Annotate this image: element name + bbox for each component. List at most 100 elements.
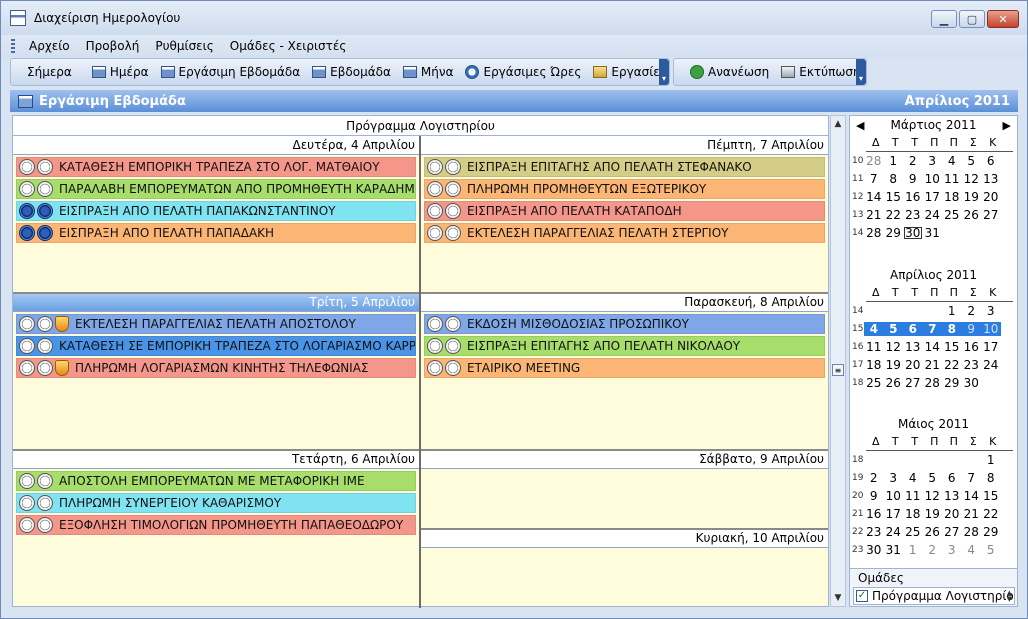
calendar-day[interactable]: 26	[884, 376, 904, 390]
calendar-day[interactable]: 25	[903, 525, 923, 539]
calendar-day[interactable]: 21	[962, 507, 982, 521]
calendar-day[interactable]: 24	[923, 208, 943, 222]
calendar-day[interactable]: 5	[923, 471, 943, 485]
scroll-thumb[interactable]: ≡	[832, 364, 844, 376]
calendar-day[interactable]: 22	[884, 208, 904, 222]
calendar-day[interactable]: 8	[942, 322, 962, 336]
calendar-day[interactable]: 10	[884, 489, 904, 503]
minimize-button[interactable]: ▁	[931, 10, 957, 28]
calendar-day[interactable]: 22	[942, 358, 962, 372]
calendar-day[interactable]: 14	[962, 489, 982, 503]
today-button[interactable]: Σήμερα	[21, 60, 78, 84]
calendar-day[interactable]: 9	[864, 489, 884, 503]
calendar-day[interactable]: 21	[864, 208, 884, 222]
calendar-day[interactable]: 23	[962, 358, 982, 372]
calendar-day[interactable]: 2	[923, 543, 943, 557]
calendar-day[interactable]: 18	[903, 507, 923, 521]
appointment[interactable]: ΕΚΤΕΛΕΣΗ ΠΑΡΑΓΓΕΛΙΑΣ ΠΕΛΑΤΗ ΑΠΟΣΤΟΛΟΥ	[16, 314, 416, 334]
calendar-day[interactable]: 1	[981, 453, 1001, 467]
calendar-day[interactable]: 17	[923, 190, 943, 204]
calendar-day[interactable]: 14	[923, 340, 943, 354]
calendar-day[interactable]: 27	[942, 525, 962, 539]
calendar-day[interactable]: 12	[923, 489, 943, 503]
calendar-day[interactable]: 9	[961, 322, 981, 336]
calendar-day[interactable]: 13	[903, 340, 923, 354]
calendar-day[interactable]: 24	[981, 358, 1001, 372]
calendar-day[interactable]: 1	[884, 154, 904, 168]
calendar-day[interactable]: 4	[942, 154, 962, 168]
scroll-down-arrow-icon[interactable]: ▼	[831, 590, 845, 606]
calendar-day[interactable]: 19	[884, 358, 904, 372]
day-block[interactable]: Δευτέρα, 4 Απριλίου ΚΑΤΑΘΕΣΗ ΕΜΠΟΡΙΚΗ ΤΡΑ…	[13, 136, 419, 293]
appointment[interactable]: ΕΚΔΟΣΗ ΜΙΣΘΟΔΟΣΙΑΣ ΠΡΟΣΩΠΙΚΟΥ	[424, 314, 825, 334]
calendar-day[interactable]: 4	[903, 471, 923, 485]
month-view-button[interactable]: Μήνα	[397, 60, 460, 84]
calendar-day[interactable]: 24	[884, 525, 904, 539]
calendar-day[interactable]: 7	[962, 471, 982, 485]
group-spinner-icon[interactable]: ▲ ▼	[1007, 590, 1012, 603]
calendar-day[interactable]: 9	[903, 172, 923, 186]
calendar-day[interactable]: 12	[884, 340, 904, 354]
menu-groups-operators[interactable]: Ομάδες - Χειριστές	[222, 39, 355, 53]
menu-file[interactable]: Αρχείο	[21, 39, 78, 53]
calendar-day[interactable]: 7	[922, 322, 942, 336]
calendar-day[interactable]: 19	[923, 507, 943, 521]
calendar-day[interactable]: 5	[981, 543, 1001, 557]
calendar-day[interactable]: 3	[923, 154, 943, 168]
calendar-day[interactable]: 1	[903, 543, 923, 557]
calendar-day[interactable]: 3	[981, 304, 1001, 318]
day-block[interactable]: Τετάρτη, 6 Απριλίου ΑΠΟΣΤΟΛΗ ΕΜΠΟΡΕΥΜΑΤΩΝ…	[13, 450, 419, 608]
calendar-day[interactable]: 28	[962, 525, 982, 539]
calendar-day[interactable]: 29	[884, 226, 904, 240]
maximize-button[interactable]: ▢	[959, 10, 985, 28]
next-month-arrow-icon[interactable]: ▶	[1003, 119, 1011, 132]
calendar-day[interactable]: 23	[903, 208, 923, 222]
calendar-day[interactable]: 11	[942, 172, 962, 186]
calendar-day[interactable]: 17	[884, 507, 904, 521]
appointment[interactable]: ΕΞΟΦΛΗΣΗ ΤΙΜΟΛΟΓΙΩΝ ΠΡΟΜΗΘΕΥΤΗ ΠΑΠΑΘΕΟΔΩ…	[16, 515, 416, 535]
calendar-day[interactable]: 8	[981, 471, 1001, 485]
schedule-scrollbar[interactable]: ▲ ≡ ▼	[830, 115, 846, 607]
previous-month-arrow-icon[interactable]: ◀	[856, 119, 864, 132]
calendar-day[interactable]: 4	[962, 543, 982, 557]
calendar-day[interactable]: 30	[903, 226, 923, 240]
appointment[interactable]: ΕΙΣΠΡΑΞΗ ΕΠΙΤΑΓΗΣ ΑΠΟ ΠΕΛΑΤΗ ΣΤΕΦΑΝΑΚΟ	[424, 157, 825, 177]
calendar-day[interactable]: 13	[981, 172, 1001, 186]
day-block[interactable]: Σάββατο, 9 Απριλίου	[421, 450, 828, 529]
appointment[interactable]: ΠΛΗΡΩΜΗ ΛΟΓΑΡΙΑΣΜΩΝ ΚΙΝΗΤΗΣ ΤΗΛΕΦΩΝΙΑΣ	[16, 358, 416, 378]
day-block[interactable]: Τρίτη, 5 Απριλίου ΕΚΤΕΛΕΣΗ ΠΑΡΑΓΓΕΛΙΑΣ ΠΕ…	[13, 293, 419, 450]
calendar-day[interactable]: 18	[864, 358, 884, 372]
calendar-day[interactable]: 25	[864, 376, 884, 390]
appointment[interactable]: ΕΙΣΠΡΑΞΗ ΑΠΟ ΠΕΛΑΤΗ ΠΑΠΑΚΩΝΣΤΑΝΤΙΝΟΥ	[16, 201, 416, 221]
day-block[interactable]: Παρασκευή, 8 Απριλίου ΕΚΔΟΣΗ ΜΙΣΘΟΔΟΣΙΑΣ …	[421, 293, 828, 450]
calendar-day[interactable]: 14	[864, 190, 884, 204]
calendar-day[interactable]: 11	[903, 489, 923, 503]
calendar-day[interactable]: 4	[864, 322, 884, 336]
calendar-day[interactable]: 18	[942, 190, 962, 204]
day-block[interactable]: Κυριακή, 10 Απριλίου	[421, 529, 828, 608]
calendar-day[interactable]: 22	[981, 507, 1001, 521]
calendar-day[interactable]: 6	[981, 154, 1001, 168]
calendar-day[interactable]: 6	[903, 322, 923, 336]
appointment[interactable]: ΑΠΟΣΤΟΛΗ ΕΜΠΟΡΕΥΜΑΤΩΝ ΜΕ ΜΕΤΑΦΟΡΙΚΗ ΙΜΕ	[16, 471, 416, 491]
appointment[interactable]: ΠΛΗΡΩΜΗ ΣΥΝΕΡΓΕΙΟΥ ΚΑΘΑΡΙΣΜΟΥ	[16, 493, 416, 513]
calendar-day[interactable]: 28	[923, 376, 943, 390]
appointment[interactable]: ΚΑΤΑΘΕΣΗ ΕΜΠΟΡΙΚΗ ΤΡΑΠΕΖΑ ΣΤΟ ΛΟΓ. ΜΑΤΘΑ…	[16, 157, 416, 177]
calendar-day[interactable]: 15	[942, 340, 962, 354]
calendar-day[interactable]: 30	[962, 376, 982, 390]
calendar-day[interactable]: 27	[903, 376, 923, 390]
calendar-day[interactable]: 16	[903, 190, 923, 204]
calendar-day[interactable]: 16	[864, 507, 884, 521]
scroll-up-arrow-icon[interactable]: ▲	[831, 116, 845, 132]
menu-view[interactable]: Προβολή	[78, 39, 148, 53]
calendar-day[interactable]: 2	[962, 304, 982, 318]
calendar-day[interactable]: 17	[981, 340, 1001, 354]
calendar-day[interactable]: 20	[903, 358, 923, 372]
calendar-day[interactable]: 29	[981, 525, 1001, 539]
appointment[interactable]: ΕΙΣΠΡΑΞΗ ΑΠΟ ΠΕΛΑΤΗ ΠΑΠΑΔΑΚΗ	[16, 223, 416, 243]
appointment[interactable]: ΠΑΡΑΛΑΒΗ ΕΜΠΟΡΕΥΜΑΤΩΝ ΑΠΟ ΠΡΟΜΗΘΕΥΤΗ ΚΑΡ…	[16, 179, 416, 199]
calendar-day[interactable]: 15	[884, 190, 904, 204]
day-header[interactable]: Τρίτη, 5 Απριλίου	[13, 293, 419, 312]
appointment[interactable]: ΕΙΣΠΡΑΞΗ ΑΠΟ ΠΕΛΑΤΗ ΚΑΤΑΠΟΔΗ	[424, 201, 825, 221]
calendar-day[interactable]: 31	[884, 543, 904, 557]
